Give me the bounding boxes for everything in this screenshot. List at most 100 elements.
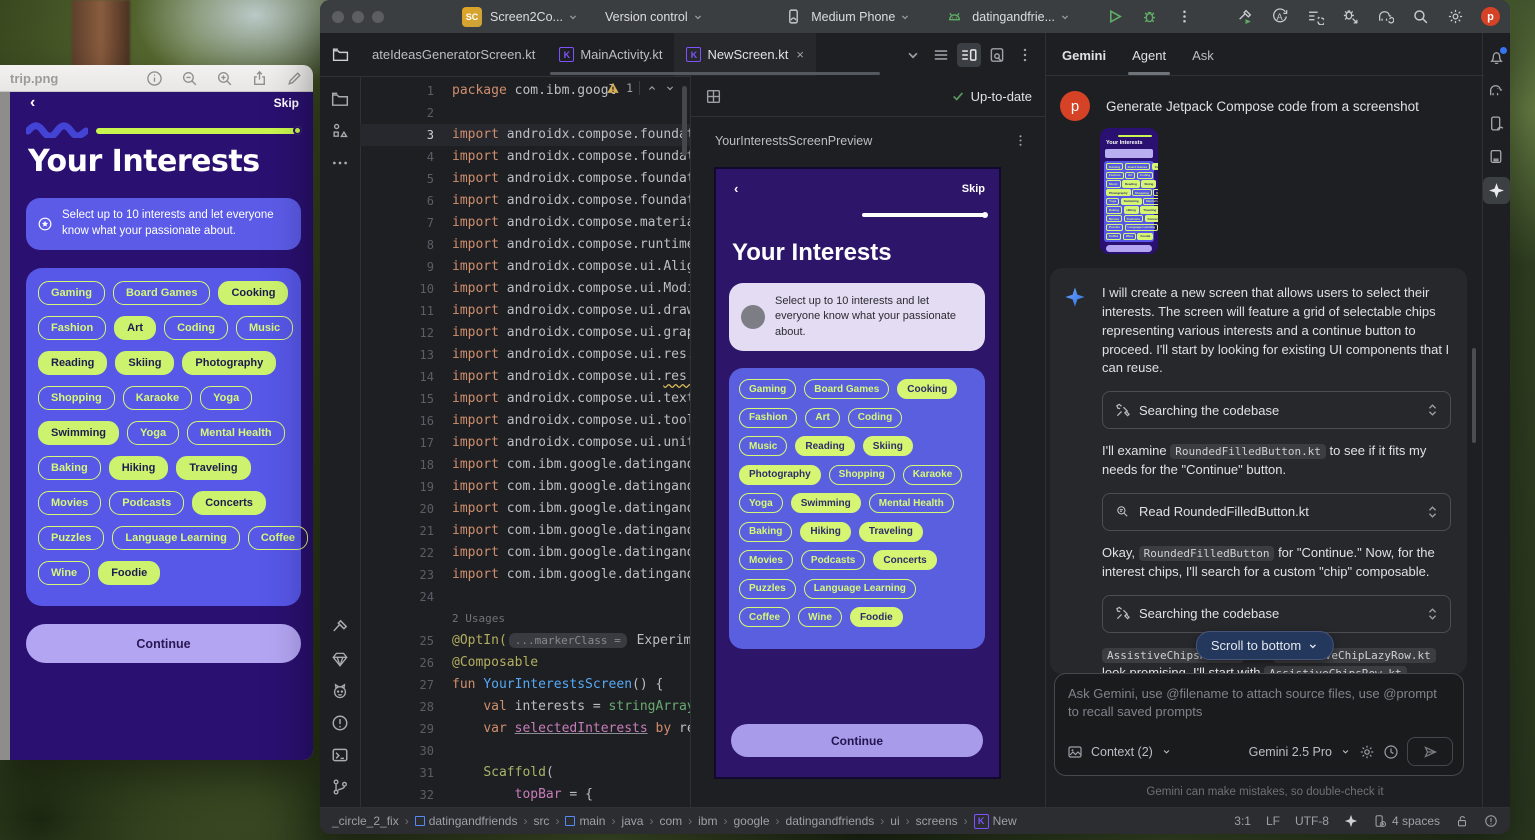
code-line[interactable]: 28 val interests = stringArray — [360, 696, 690, 718]
code-line[interactable]: 23import com.ibm.google.datingand — [360, 564, 690, 586]
info-icon[interactable] — [146, 70, 163, 87]
user-avatar[interactable]: p — [1481, 7, 1500, 26]
file-encoding[interactable]: UTF-8 — [1295, 814, 1329, 828]
breadcrumb-item[interactable]: main — [565, 814, 605, 828]
running-devices-icon[interactable] — [1488, 115, 1505, 132]
model-dropdown[interactable]: Gemini 2.5 Pro — [1249, 745, 1332, 759]
rollback-icon[interactable] — [1307, 8, 1324, 25]
code-line[interactable]: 9import androidx.compose.ui.Alig — [360, 256, 690, 278]
line-ending[interactable]: LF — [1266, 814, 1280, 828]
editor-scrollbar[interactable] — [682, 86, 687, 156]
tab-agent[interactable]: Agent — [1132, 48, 1166, 75]
code-line[interactable]: 17import androidx.compose.ui.unit — [360, 432, 690, 454]
gradle-sync-icon[interactable] — [1377, 8, 1394, 25]
grid-view-icon[interactable] — [705, 88, 722, 105]
zoom-in-icon[interactable] — [216, 70, 233, 87]
project-toolwindow-button[interactable] — [320, 33, 360, 76]
run-config-selector[interactable]: datingandfrie... — [972, 10, 1071, 24]
send-button[interactable] — [1407, 737, 1453, 766]
expand-collapse-icon[interactable] — [1427, 403, 1438, 417]
git-branch-icon[interactable] — [331, 778, 349, 796]
breadcrumb-item[interactable]: KNew — [974, 814, 1017, 829]
notifications-bell-icon[interactable] — [1488, 49, 1505, 66]
breadcrumb-item[interactable]: ui — [890, 814, 899, 828]
breadcrumb-item[interactable]: src — [533, 814, 549, 828]
code-line[interactable]: 15import androidx.compose.ui.text — [360, 388, 690, 410]
attach-image-icon[interactable] — [1067, 744, 1083, 760]
code-line[interactable]: 26@Composable — [360, 652, 690, 674]
expand-collapse-icon[interactable] — [1427, 607, 1438, 621]
code-line[interactable]: 13import androidx.compose.ui.res. — [360, 344, 690, 366]
tab-options-kebab-icon[interactable] — [1013, 43, 1037, 67]
code-line[interactable]: 22import com.ibm.google.datingand — [360, 542, 690, 564]
tab-mainactivity[interactable]: K MainActivity.kt — [547, 33, 674, 76]
code-line[interactable]: 11import androidx.compose.ui.draw — [360, 300, 690, 322]
tool-call-row[interactable]: Searching the codebase — [1102, 595, 1451, 633]
code-line[interactable]: 4import androidx.compose.foundat — [360, 146, 690, 168]
gemini-input-box[interactable]: Ask Gemini, use @filename to attach sour… — [1054, 673, 1464, 776]
gemini-status-sparkle-icon[interactable] — [1344, 814, 1358, 828]
code-line[interactable]: 25@OptIn(...markerClass = Experiment — [360, 630, 690, 652]
breadcrumb-item[interactable]: ibm — [698, 814, 717, 828]
vcs-selector[interactable]: Version control — [605, 10, 704, 24]
breadcrumb-item[interactable]: datingandfriends — [415, 814, 518, 828]
preview-file-icon[interactable] — [985, 43, 1009, 67]
tab-dateideasgeneratorscreen[interactable]: ateIdeasGeneratorScreen.kt — [360, 33, 547, 76]
more-actions-button[interactable] — [1176, 8, 1193, 25]
tab-newscreen[interactable]: K NewScreen.kt × — [674, 33, 816, 76]
share-icon[interactable] — [251, 70, 268, 87]
code-line[interactable]: 3import androidx.compose.foundat — [360, 124, 690, 146]
inspections-widget[interactable]: 1 — [606, 81, 676, 95]
structure-icon[interactable] — [331, 122, 349, 140]
gem-assistant-icon[interactable] — [331, 650, 349, 668]
code-line[interactable]: 12import androidx.compose.ui.grap — [360, 322, 690, 344]
next-problem-chevron-icon[interactable] — [664, 82, 676, 94]
breadcrumb-item[interactable]: google — [733, 814, 769, 828]
history-clock-icon[interactable] — [1383, 744, 1399, 760]
device-selector[interactable]: Medium Phone — [811, 10, 911, 24]
code-line[interactable]: 2 — [360, 102, 690, 124]
code-line[interactable]: 18import com.ibm.google.datingand — [360, 454, 690, 476]
more-toolwindows-icon[interactable] — [331, 154, 349, 172]
attached-screenshot-thumbnail[interactable]: Your Interests GamingBoard GamesCookingF… — [1100, 128, 1158, 254]
zoom-out-icon[interactable] — [181, 70, 198, 87]
code-line[interactable]: 27fun YourInterestsScreen() { — [360, 674, 690, 696]
settings-gear-icon[interactable] — [1447, 8, 1464, 25]
error-indicator-icon[interactable] — [1484, 814, 1498, 828]
rename-refactor-icon[interactable]: A — [1272, 8, 1289, 25]
code-line[interactable]: 29 var selectedInterests by re — [360, 718, 690, 740]
project-selector[interactable]: Screen2Co... — [490, 10, 579, 24]
code-line[interactable]: 5import androidx.compose.foundat — [360, 168, 690, 190]
preview-options-kebab-icon[interactable] — [1013, 133, 1028, 148]
code-line[interactable]: 21import com.ibm.google.datingand — [360, 520, 690, 542]
lock-icon[interactable] — [1455, 814, 1469, 828]
cat-mascot-icon[interactable] — [331, 682, 349, 700]
gemini-toolwindow-icon[interactable] — [1483, 177, 1510, 204]
attach-debugger-icon[interactable] — [1342, 8, 1359, 25]
hidden-tabs-chevron-icon[interactable] — [901, 43, 925, 67]
gradle-elephant-icon[interactable] — [1488, 82, 1505, 99]
gemini-scrollbar[interactable] — [1472, 348, 1476, 443]
code-line[interactable]: 6import androidx.compose.foundat — [360, 190, 690, 212]
split-preview-icon[interactable] — [957, 43, 981, 67]
breadcrumb-item[interactable]: java — [621, 814, 643, 828]
tool-call-row[interactable]: Searching the codebase — [1102, 391, 1451, 429]
scroll-to-bottom-button[interactable]: Scroll to bottom — [1196, 631, 1334, 660]
tab-scrollbar[interactable] — [550, 72, 880, 75]
code-line[interactable]: 8import androidx.compose.runtime — [360, 234, 690, 256]
project-folder-icon[interactable] — [331, 90, 349, 108]
tool-call-row[interactable]: Read RoundedFilledButton.kt — [1102, 493, 1451, 531]
expand-collapse-icon[interactable] — [1427, 505, 1438, 519]
context-dropdown[interactable]: Context (2) — [1091, 745, 1153, 759]
code-line[interactable]: 20import com.ibm.google.datingand — [360, 498, 690, 520]
gemini-settings-gear-icon[interactable] — [1359, 744, 1375, 760]
breadcrumb-item[interactable]: datingandfriends — [786, 814, 875, 828]
build-hammer-icon[interactable] — [331, 618, 349, 636]
code-line[interactable]: 10import androidx.compose.ui.Modi — [360, 278, 690, 300]
code-line[interactable]: 32 topBar = { — [360, 784, 690, 806]
problems-icon[interactable] — [331, 714, 349, 732]
close-tab-icon[interactable]: × — [796, 47, 804, 62]
breadcrumb-item[interactable]: screens — [916, 814, 958, 828]
tab-ask[interactable]: Ask — [1192, 48, 1214, 75]
code-line[interactable]: 24 — [360, 586, 690, 608]
